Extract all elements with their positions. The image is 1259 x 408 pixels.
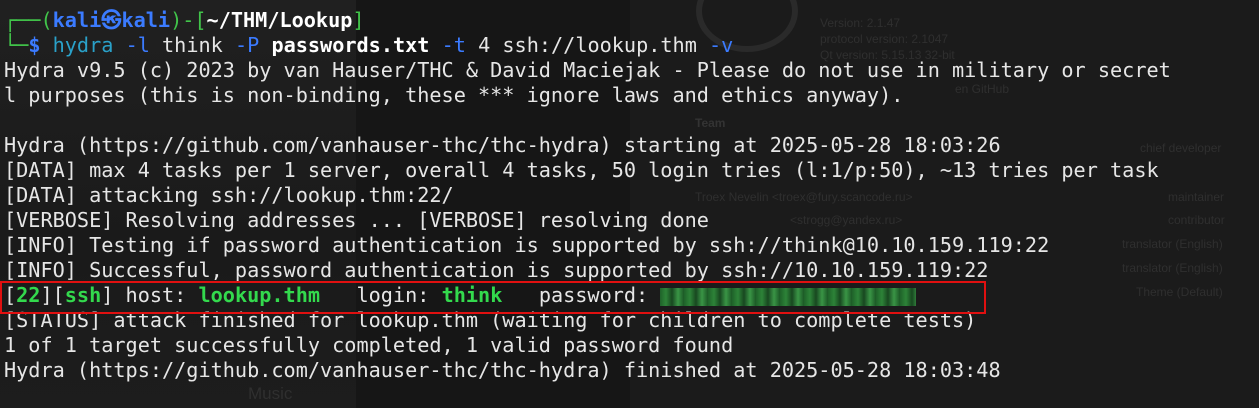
command-flag-p: -P (234, 33, 260, 57)
prompt-at-symbol: ㉿ (101, 8, 122, 32)
prompt-line: ┌──(kali㉿kali)-[~/THM/Lookup] (4, 8, 1259, 33)
prompt-separator: )-[ (170, 8, 207, 32)
terminal-output: ┌──(kali㉿kali)-[~/THM/Lookup] └─$ hydra … (4, 8, 1259, 383)
output-data-line-1: [DATA] max 4 tasks per 1 server, overall… (4, 158, 1159, 182)
command-wordlist: passwords.txt (271, 33, 430, 57)
command-binary: hydra (52, 33, 114, 57)
output-finish-line: Hydra (https://github.com/vanhauser-thc/… (4, 358, 1001, 382)
prompt-dollar: $ (28, 33, 41, 57)
command-target: ssh://lookup.thm (502, 33, 697, 57)
command-flag-l: -l (125, 33, 150, 57)
prompt-host: kali (121, 8, 171, 32)
output-info-line-1: [INFO] Testing if password authenticatio… (4, 233, 1050, 257)
prompt-user: kali (52, 8, 102, 32)
output-blank-line (4, 108, 1259, 133)
output-start-line: Hydra (https://github.com/vanhauser-thc/… (4, 133, 1001, 157)
output-banner-line-1: Hydra v9.5 (c) 2023 by van Hauser/THC & … (4, 58, 1171, 82)
output-info-line-2: [INFO] Successful, password authenticati… (4, 258, 989, 282)
prompt-bracket-end: ] (352, 8, 365, 32)
command-flag-v: -v (709, 33, 734, 57)
prompt-path: ~/THM/Lookup (206, 8, 353, 32)
output-verbose-line: [VERBOSE] Resolving addresses ... [VERBO… (4, 208, 709, 232)
bg-music-label: Music (248, 384, 293, 403)
command-user: think (162, 33, 223, 57)
output-banner-line-2: l purposes (this is non-binding, these *… (4, 83, 904, 107)
command-threads: 4 (478, 33, 491, 57)
prompt-corner-top: ┌──( (4, 8, 53, 32)
output-data-line-2: [DATA] attacking ssh://lookup.thm:22/ (4, 183, 454, 207)
command-line[interactable]: └─$ hydra -l think -P passwords.txt -t 4… (4, 33, 1259, 58)
command-flag-t: -t (441, 33, 466, 57)
output-summary-line: 1 of 1 target successfully completed, 1 … (4, 333, 734, 357)
result-highlight-box (0, 281, 986, 314)
prompt-corner-bottom: └─ (4, 33, 29, 57)
